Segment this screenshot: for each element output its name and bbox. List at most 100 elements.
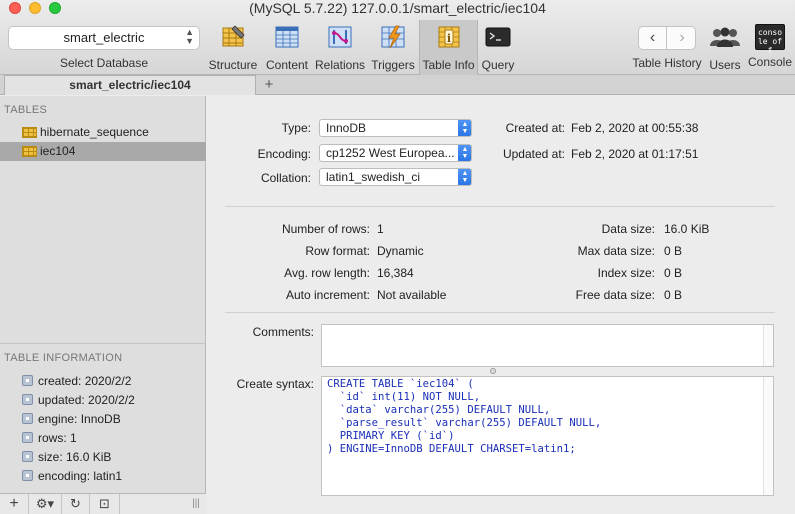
auto-increment-value: Not available <box>377 288 447 302</box>
table-info-label: Table Info <box>422 58 475 72</box>
comments-label: Comments: <box>252 325 314 339</box>
database-select[interactable]: smart_electric ▲ ▼ <box>8 26 200 50</box>
index-size-label: Index size: <box>597 266 655 280</box>
table-info-panel: Type: InnoDB ▲ ▼ Encoding: cp1252 West Eu… <box>207 96 795 514</box>
table-information-heading: TABLE INFORMATION <box>4 352 123 364</box>
collation-label: Collation: <box>260 171 311 185</box>
info-updated: updated: 2020/2/2 <box>22 391 135 409</box>
table-item-label: hibernate_sequence <box>40 125 149 139</box>
toolbar-table-info-button[interactable]: i Table Info <box>419 20 478 75</box>
create-syntax-scrollbar[interactable] <box>763 377 773 495</box>
window-title: (MySQL 5.7.22) 127.0.0.1/smart_electric/… <box>249 0 546 16</box>
info-engine: engine: InnoDB <box>22 410 121 428</box>
tab-bar: smart_electric/iec104 + <box>0 75 795 95</box>
encoding-select-value: cp1252 West Europea... <box>326 146 455 160</box>
avg-row-length-value: 16,384 <box>377 266 414 280</box>
create-syntax-code[interactable]: CREATE TABLE `iec104` ( `id` int(11) NOT… <box>327 378 601 456</box>
triggers-label: Triggers <box>371 58 415 72</box>
data-size-label: Data size: <box>601 222 655 236</box>
toolbar-console-button[interactable]: conso le off Console <box>747 24 793 74</box>
content-icon <box>275 26 299 48</box>
sidebar-resize-handle[interactable]: ||| <box>186 494 206 514</box>
history-back-icon[interactable]: ‹ <box>639 27 667 49</box>
toolbar-users-button[interactable]: Users <box>706 24 744 74</box>
table-item-label: iec104 <box>40 144 76 158</box>
tab-smart-electric-iec104[interactable]: smart_electric/iec104 <box>4 75 256 95</box>
sidebar-divider[interactable] <box>0 343 206 344</box>
toolbar-relations-button[interactable]: Relations <box>315 24 365 74</box>
triggers-icon <box>381 25 405 49</box>
index-size-value: 0 B <box>664 266 683 280</box>
code-line: `id` int(11) NOT NULL, <box>327 391 481 403</box>
info-updated-text: updated: 2020/2/2 <box>38 393 135 407</box>
type-select[interactable]: InnoDB ▲ ▼ <box>319 119 472 137</box>
history-forward-icon[interactable]: › <box>668 27 696 49</box>
created-at-label: Created at: <box>505 121 565 135</box>
query-label: Query <box>481 58 515 72</box>
toolbar-table-history-button[interactable]: Table History <box>628 56 706 72</box>
info-bullet-icon <box>22 470 33 482</box>
split-view-handle[interactable] <box>490 368 496 374</box>
info-encoding: encoding: latin1 <box>22 467 122 485</box>
info-bullet-icon <box>22 451 33 463</box>
info-bullet-icon <box>22 432 33 444</box>
structure-icon <box>222 25 245 47</box>
toolbar-triggers-button[interactable]: Triggers <box>370 24 416 74</box>
free-data-size-label: Free data size: <box>575 288 655 302</box>
comments-scrollbar[interactable] <box>763 325 773 366</box>
type-select-value: InnoDB <box>326 121 367 135</box>
add-tab-button[interactable]: + <box>262 75 276 95</box>
add-table-button[interactable]: + <box>0 494 29 514</box>
info-size: size: 16.0 KiB <box>22 448 111 466</box>
console-label: Console <box>747 55 793 69</box>
section-divider <box>225 312 775 313</box>
table-icon <box>22 127 37 138</box>
data-size-value: 16.0 KiB <box>664 222 710 236</box>
table-info-icon: i <box>438 26 459 48</box>
info-rows-text: rows: 1 <box>38 431 77 445</box>
info-size-text: size: 16.0 KiB <box>38 450 112 464</box>
avg-row-length-label: Avg. row length: <box>284 266 370 280</box>
table-icon <box>22 146 37 157</box>
code-line: PRIMARY KEY (`id`) <box>327 430 455 442</box>
toolbar-query-button[interactable]: Query <box>480 24 516 74</box>
database-select-value: smart_electric <box>63 30 145 45</box>
encoding-select[interactable]: cp1252 West Europea... ▲ ▼ <box>319 144 472 162</box>
auto-increment-label: Auto increment: <box>285 288 370 302</box>
info-bullet-icon <box>22 413 33 425</box>
database-select-caption: Select Database <box>59 56 149 70</box>
comments-textarea[interactable] <box>321 324 774 367</box>
collation-select[interactable]: latin1_swedish_ci ▲ ▼ <box>319 168 472 186</box>
create-syntax-textarea[interactable]: CREATE TABLE `iec104` ( `id` int(11) NOT… <box>321 376 774 496</box>
table-item-hibernate-sequence[interactable]: hibernate_sequence <box>0 123 206 142</box>
console-icon: conso le off <box>755 24 785 55</box>
filter-toggle-icon[interactable]: ⊡ <box>90 494 120 514</box>
updated-at-value: Feb 2, 2020 at 01:17:51 <box>571 147 699 161</box>
svg-text:i: i <box>446 32 450 45</box>
info-rows: rows: 1 <box>22 429 77 447</box>
table-item-iec104[interactable]: iec104 <box>0 142 206 161</box>
sidebar: TABLES hibernate_sequence iec104 TABLE I… <box>0 96 206 514</box>
code-line: `parse_result` varchar(255) DEFAULT NULL… <box>327 417 602 429</box>
relations-icon <box>328 26 352 48</box>
table-history-label: Table History <box>632 56 702 70</box>
tables-heading: TABLES <box>4 104 48 116</box>
number-of-rows-label: Number of rows: <box>281 222 370 236</box>
create-syntax-label: Create syntax: <box>236 377 314 391</box>
number-of-rows-value: 1 <box>377 222 384 236</box>
encoding-label: Encoding: <box>257 147 311 161</box>
toolbar-structure-button[interactable]: Structure <box>208 24 258 74</box>
select-arrows-icon: ▲ ▼ <box>185 27 194 46</box>
console-icon-text: conso le off <box>757 28 783 55</box>
gear-menu-icon[interactable]: ⚙▾ <box>29 494 62 514</box>
refresh-icon[interactable]: ↻ <box>62 494 90 514</box>
sidebar-bottom-bar: + ⚙▾ ↻ ⊡ ||| <box>0 493 206 514</box>
info-encoding-text: encoding: latin1 <box>38 469 123 483</box>
max-data-size-label: Max data size: <box>577 244 655 258</box>
info-created-text: created: 2020/2/2 <box>38 374 132 388</box>
updated-at-label: Updated at: <box>502 147 565 161</box>
select-arrows-icon: ▲ ▼ <box>458 169 471 185</box>
code-line: `data` varchar(255) DEFAULT NULL, <box>327 404 551 416</box>
toolbar-content-button[interactable]: Content <box>264 24 310 74</box>
info-bullet-icon <box>22 394 33 406</box>
